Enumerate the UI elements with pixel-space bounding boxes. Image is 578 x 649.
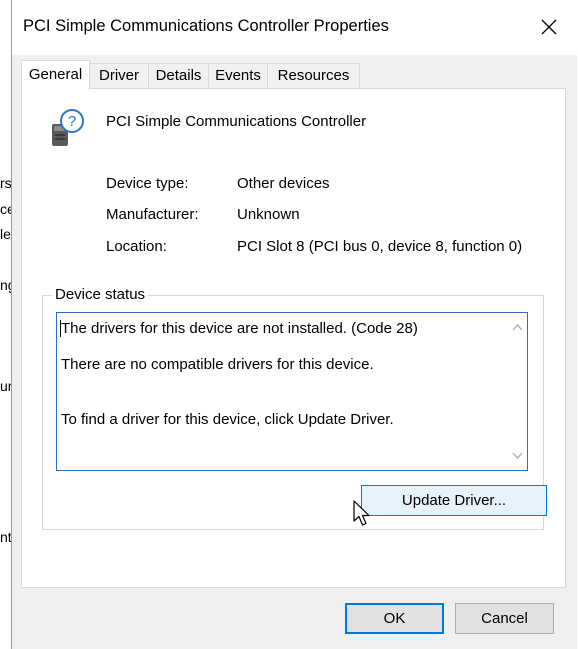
device-type-label: Device type: xyxy=(106,175,189,192)
dialog-title: PCI Simple Communications Controller Pro… xyxy=(23,17,389,35)
ok-button[interactable]: OK xyxy=(345,603,444,634)
status-line: The drivers for this device are not inst… xyxy=(61,320,418,337)
scroll-up-icon[interactable] xyxy=(512,323,523,331)
tab-details[interactable]: Details xyxy=(148,63,209,89)
status-line: There are no compatible drivers for this… xyxy=(61,356,374,373)
general-tab-panel: ? PCI Simple Communications Controller D… xyxy=(21,88,566,588)
tab-resources[interactable]: Resources xyxy=(267,63,360,89)
properties-dialog: PCI Simple Communications Controller Pro… xyxy=(11,0,577,649)
tab-driver[interactable]: Driver xyxy=(89,63,149,89)
close-button[interactable] xyxy=(521,0,577,55)
manufacturer-value: Unknown xyxy=(237,206,300,223)
scroll-down-icon[interactable] xyxy=(512,452,523,460)
unknown-device-icon: ? xyxy=(52,109,84,146)
device-status-label: Device status xyxy=(52,286,149,303)
cancel-button[interactable]: Cancel xyxy=(455,603,554,634)
device-type-value: Other devices xyxy=(237,175,330,192)
device-status-group: Device status The drivers for this devic… xyxy=(42,286,547,530)
status-scrollbar[interactable] xyxy=(508,313,527,470)
tab-events[interactable]: Events xyxy=(208,63,268,89)
status-line: To find a driver for this device, click … xyxy=(61,411,394,428)
manufacturer-label: Manufacturer: xyxy=(106,206,199,223)
update-driver-button[interactable]: Update Driver... xyxy=(361,485,547,516)
device-status-textbox[interactable]: The drivers for this device are not inst… xyxy=(56,312,528,471)
location-value: PCI Slot 8 (PCI bus 0, device 8, functio… xyxy=(237,238,523,255)
svg-text:?: ? xyxy=(68,113,76,130)
close-icon xyxy=(541,19,557,35)
tab-general[interactable]: General xyxy=(21,60,90,90)
location-label: Location: xyxy=(106,238,167,255)
device-name: PCI Simple Communications Controller xyxy=(106,113,367,130)
title-bar[interactable]: PCI Simple Communications Controller Pro… xyxy=(12,0,577,55)
